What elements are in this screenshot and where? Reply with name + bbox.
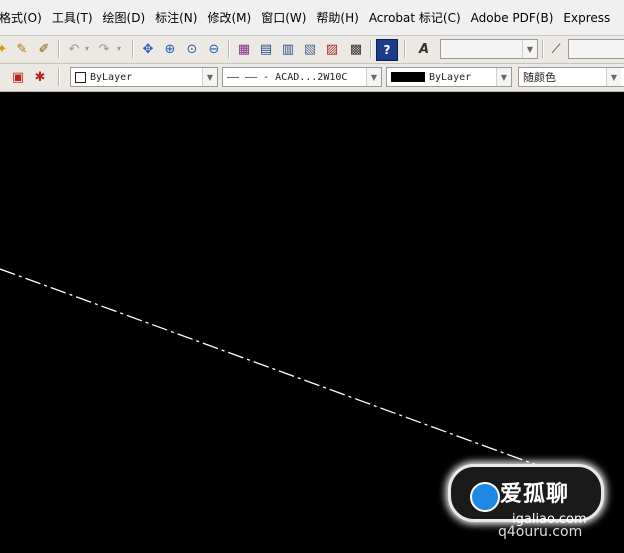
lineweight-combo[interactable]: ByLayer ▼ [386,67,512,87]
dimension-style-combo[interactable] [568,39,624,59]
pencil-icon[interactable]: ✐ [34,39,54,59]
menu-dimension[interactable]: 标注(N) [150,0,202,36]
plot-style-combo[interactable]: 随颜色 ▼ [518,67,624,87]
properties-toolbar: ▣ ✱ ByLayer ▼ —— —— - ACAD...2W10C ▼ ByL… [0,64,624,92]
menu-help[interactable]: 帮助(H) [311,0,363,36]
zoom-previous-icon[interactable]: ⊖ [204,39,224,59]
pdf-icon[interactable]: ▣ [8,67,28,87]
text-style-combo[interactable]: ▼ [440,39,538,59]
color-swatch [75,71,86,83]
toolbar-separator [370,40,372,58]
menu-modify[interactable]: 修改(M) [202,0,256,36]
undo-dropdown-icon[interactable]: ▾ [82,39,92,59]
chevron-down-icon[interactable]: ▼ [202,68,217,86]
menu-express[interactable]: Express [558,0,615,36]
zoom-window-icon[interactable]: ⊙ [182,39,202,59]
watermark-logo-icon [470,482,500,512]
plot-style-value: 随颜色 [523,71,556,84]
standard-toolbar: ✦ ✎ ✐ ↶ ▾ ↷ ▾ ✥ ⊕ ⊙ ⊖ ▦ ▤ ▥ ▧ ▨ ▩ ? A ▼ … [0,36,624,64]
properties-icon[interactable]: ▦ [234,39,254,59]
pan-realtime-icon[interactable]: ✥ [138,39,158,59]
dashed-line-entity[interactable] [0,268,576,480]
sheet-set-icon[interactable]: ▧ [300,39,320,59]
color-value: ByLayer [90,71,133,83]
menu-adobe-pdf[interactable]: Adobe PDF(B) [466,0,559,36]
color-combo[interactable]: ByLayer ▼ [70,67,218,87]
menu-window[interactable]: 窗口(W) [256,0,311,36]
undo-icon[interactable]: ↶ [64,39,84,59]
linetype-value: —— —— - ACAD...2W10C [227,71,348,83]
chevron-down-icon[interactable]: ▼ [522,40,537,58]
toolbar-separator [542,40,544,58]
toolbar-separator [404,40,406,58]
watermark: 爱孤聊 igaliao.com q4ouru.com [444,462,606,542]
watermark-title: 爱孤聊 [500,482,570,507]
tool-palettes-icon[interactable]: ▥ [278,39,298,59]
menu-format[interactable]: 格式(O) [0,0,47,36]
markup-icon[interactable]: ▨ [322,39,342,59]
brush-icon[interactable]: ✎ [12,39,32,59]
watermark-url-secondary: q4ouru.com [498,524,583,540]
redo-icon[interactable]: ↷ [94,39,114,59]
linetype-combo[interactable]: —— —— - ACAD...2W10C ▼ [222,67,382,87]
lineweight-preview [391,72,425,82]
zoom-realtime-icon[interactable]: ⊕ [160,39,180,59]
toolbar-separator [58,68,60,86]
redo-dropdown-icon[interactable]: ▾ [114,39,124,59]
menu-bar: 格式(O) 工具(T) 绘图(D) 标注(N) 修改(M) 窗口(W) 帮助(H… [0,0,624,36]
toolbar-separator [132,40,134,58]
chevron-down-icon[interactable]: ▼ [496,68,511,86]
menu-acrobat[interactable]: Acrobat 标记(C) [364,0,466,36]
menu-tools[interactable]: 工具(T) [47,0,98,36]
toolbar-separator [58,40,60,58]
match-properties-icon[interactable]: ✦ [0,39,12,59]
help-icon[interactable]: ? [376,39,398,61]
toolbar-separator [228,40,230,58]
chevron-down-icon[interactable]: ▼ [366,68,381,86]
calculator-icon[interactable]: ▩ [346,39,366,59]
lineweight-value: ByLayer [429,71,472,83]
text-style-icon[interactable]: A [414,39,434,59]
pdf-settings-icon[interactable]: ✱ [30,67,50,87]
design-center-icon[interactable]: ▤ [256,39,276,59]
chevron-down-icon[interactable]: ▼ [606,68,621,86]
menu-draw[interactable]: 绘图(D) [98,0,151,36]
dimension-style-icon[interactable]: ⟋ [546,39,566,59]
